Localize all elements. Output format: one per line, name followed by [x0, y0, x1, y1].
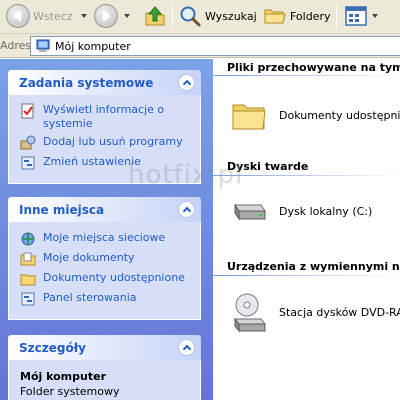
group-header-hard-disks: Dyski twarde [227, 160, 309, 173]
address-bar: Adres Mój komputer [0, 34, 400, 58]
shared-documents-icon [20, 274, 36, 286]
control-panel-icon [21, 156, 35, 170]
details-panel: Szczegóły Mój komputer Folder systemowy [8, 335, 201, 400]
search-label: Wyszukaj [205, 9, 257, 23]
views-button[interactable] [344, 0, 378, 32]
folder-up-icon [145, 6, 165, 26]
collapse-chevron-icon[interactable] [178, 339, 195, 356]
task-label: Zmień ustawienie [43, 155, 141, 168]
other-places-header[interactable]: Inne miejsca [8, 197, 201, 222]
my-computer-icon [36, 39, 50, 52]
place-control-panel[interactable]: Panel sterowania [20, 291, 200, 307]
place-label: Panel sterowania [43, 291, 137, 304]
back-dropdown-icon [80, 14, 87, 18]
details-type: Folder systemowy [20, 385, 120, 398]
panel-title: Inne miejsca [19, 202, 105, 217]
group-divider [213, 75, 400, 76]
control-panel-icon [21, 292, 35, 306]
details-name: Mój komputer [20, 370, 106, 383]
watermark: hotfix.pl [128, 160, 244, 190]
item-local-disk-c[interactable]: Dysk lokalny (C:) [231, 197, 372, 225]
details-body: Mój komputer Folder systemowy [8, 360, 201, 400]
forward-dropdown-icon [124, 14, 130, 18]
add-remove-programs-icon [20, 135, 36, 150]
hard-disk-icon [234, 203, 266, 221]
task-add-remove-programs[interactable]: Dodaj lub usuń programy [20, 135, 200, 151]
toolbar-separator [336, 5, 337, 29]
views-icon [345, 6, 367, 26]
folders-icon [264, 9, 286, 24]
back-label: Wstecz [33, 9, 73, 23]
task-pane: Zadania systemowe Wyświetl informacje o … [0, 59, 213, 400]
place-label: Moje miejsca sieciowe [43, 231, 166, 244]
panel-title: Zadania systemowe [19, 75, 154, 90]
forward-arrow-icon [94, 4, 118, 28]
group-header-stored-files: Pliki przechowywane na tym ko [227, 61, 400, 74]
item-shared-documents[interactable]: Dokumenty udostępnione [231, 97, 400, 133]
dvd-drive-icon [233, 293, 267, 333]
panel-title: Szczegóły [19, 340, 86, 355]
views-dropdown-icon [372, 14, 378, 18]
my-documents-icon [20, 252, 36, 266]
item-dvd-ram-drive[interactable]: Stacja dysków DVD-RAM [231, 291, 400, 333]
forward-button[interactable] [94, 0, 130, 32]
task-label: Dodaj lub usuń programy [43, 135, 183, 148]
collapse-chevron-icon[interactable] [178, 74, 195, 91]
item-label: Dysk lokalny (C:) [279, 204, 373, 218]
search-button[interactable]: Wyszukaj [178, 0, 257, 32]
group-header-removable: Urządzenia z wymiennymi nośn [227, 260, 400, 273]
item-label: Stacja dysków DVD-RAM [279, 305, 400, 319]
address-input[interactable]: Mój komputer [30, 36, 400, 56]
group-divider [213, 275, 400, 276]
shared-folder-icon [232, 104, 266, 130]
system-info-icon [21, 103, 34, 119]
details-header[interactable]: Szczegóły [8, 335, 201, 360]
other-places-panel: Inne miejsca Moje miejsca sieciowe Moje … [8, 197, 201, 320]
search-icon [180, 6, 201, 27]
place-my-documents[interactable]: Moje dokumenty [20, 251, 200, 267]
toolbar: Wstecz Wyszukaj Foldery [0, 0, 400, 34]
back-arrow-icon [6, 4, 30, 28]
content-pane: Pliki przechowywane na tym ko Dokumenty … [213, 59, 400, 400]
folders-label: Foldery [290, 9, 331, 23]
place-shared-documents[interactable]: Dokumenty udostępnione [20, 271, 200, 287]
other-places-body: Moje miejsca sieciowe Moje dokumenty Dok… [8, 222, 201, 320]
item-label: Dokumenty udostępnione [279, 108, 400, 122]
place-label: Dokumenty udostępnione [43, 271, 185, 284]
system-tasks-header[interactable]: Zadania systemowe [8, 70, 201, 95]
toolbar-separator [172, 5, 173, 29]
folders-button[interactable]: Foldery [263, 0, 331, 32]
place-label: Moje dokumenty [43, 251, 135, 264]
back-button[interactable]: Wstecz [6, 0, 87, 32]
place-network[interactable]: Moje miejsca sieciowe [20, 231, 200, 247]
collapse-chevron-icon[interactable] [178, 201, 195, 218]
task-label: Wyświetl informacje o systemie [43, 103, 165, 130]
network-places-icon [21, 232, 35, 246]
task-system-info[interactable]: Wyświetl informacje o systemie [20, 103, 200, 131]
address-value: Mój komputer [55, 39, 131, 53]
address-label: Adres [0, 39, 32, 52]
up-button[interactable] [143, 0, 167, 32]
